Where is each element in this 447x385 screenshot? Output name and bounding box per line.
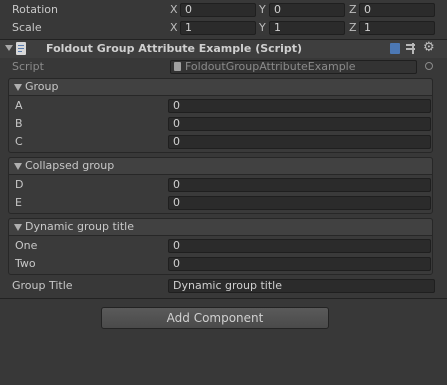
group-header-group[interactable]: Group [8, 78, 433, 96]
group-title-label: Group Title [12, 279, 73, 292]
scale-z-axis[interactable]: Z [349, 21, 357, 35]
group-header-collapsed[interactable]: Collapsed group [8, 157, 433, 175]
foldout-arrow-icon[interactable] [14, 163, 22, 170]
field-c[interactable]: 0 [168, 135, 431, 149]
script-file-icon [16, 42, 26, 55]
field-one[interactable]: 0 [168, 239, 431, 253]
field-label-c: C [15, 135, 23, 148]
script-field-value: FoldoutGroupAttributeExample [185, 60, 356, 73]
field-label-a: A [15, 99, 23, 112]
field-label-one: One [15, 239, 38, 252]
script-label: Script [12, 60, 44, 73]
component-header[interactable]: Foldout Group Attribute Example (Script)… [0, 40, 447, 58]
object-picker-icon[interactable] [425, 62, 433, 70]
scale-y-axis[interactable]: Y [259, 21, 266, 35]
script-file-icon [174, 62, 181, 71]
component-bottom-divider [0, 298, 447, 299]
field-label-e: E [15, 196, 22, 209]
group-header-dynamic[interactable]: Dynamic group title [8, 218, 433, 236]
rotation-label: Rotation [12, 3, 59, 16]
field-label-d: D [15, 178, 24, 191]
field-label-two: Two [15, 257, 36, 270]
group-title-input[interactable]: Dynamic group title [168, 279, 435, 293]
rotation-y-field[interactable]: 0 [269, 3, 345, 17]
field-d[interactable]: 0 [168, 178, 431, 192]
scale-label: Scale [12, 21, 42, 34]
preset-icon[interactable] [406, 43, 417, 54]
rotation-z-axis[interactable]: Z [349, 3, 357, 17]
foldout-arrow-icon[interactable] [5, 45, 13, 51]
gear-icon[interactable]: ⚙ [423, 40, 435, 56]
rotation-z-field[interactable]: 0 [359, 3, 435, 17]
scale-x-axis[interactable]: X [170, 21, 178, 35]
rotation-y-axis[interactable]: Y [259, 3, 266, 17]
field-b[interactable]: 0 [168, 117, 431, 131]
rotation-x-axis[interactable]: X [170, 3, 178, 17]
field-a[interactable]: 0 [168, 99, 431, 113]
component-title: Foldout Group Attribute Example (Script) [46, 42, 303, 55]
scale-x-field[interactable]: 1 [180, 21, 256, 35]
group-title: Dynamic group title [25, 220, 134, 233]
group-title: Collapsed group [25, 159, 115, 172]
foldout-arrow-icon[interactable] [14, 224, 22, 231]
script-field[interactable]: FoldoutGroupAttributeExample [170, 60, 417, 74]
group-title: Group [25, 80, 59, 93]
field-label-b: B [15, 117, 23, 130]
scale-y-field[interactable]: 1 [269, 21, 345, 35]
field-two[interactable]: 0 [168, 257, 431, 271]
rotation-x-field[interactable]: 0 [180, 3, 256, 17]
help-book-icon[interactable] [390, 43, 400, 54]
field-e[interactable]: 0 [168, 196, 431, 210]
scale-z-field[interactable]: 1 [359, 21, 435, 35]
add-component-button[interactable]: Add Component [101, 307, 329, 329]
foldout-arrow-icon[interactable] [14, 84, 22, 91]
